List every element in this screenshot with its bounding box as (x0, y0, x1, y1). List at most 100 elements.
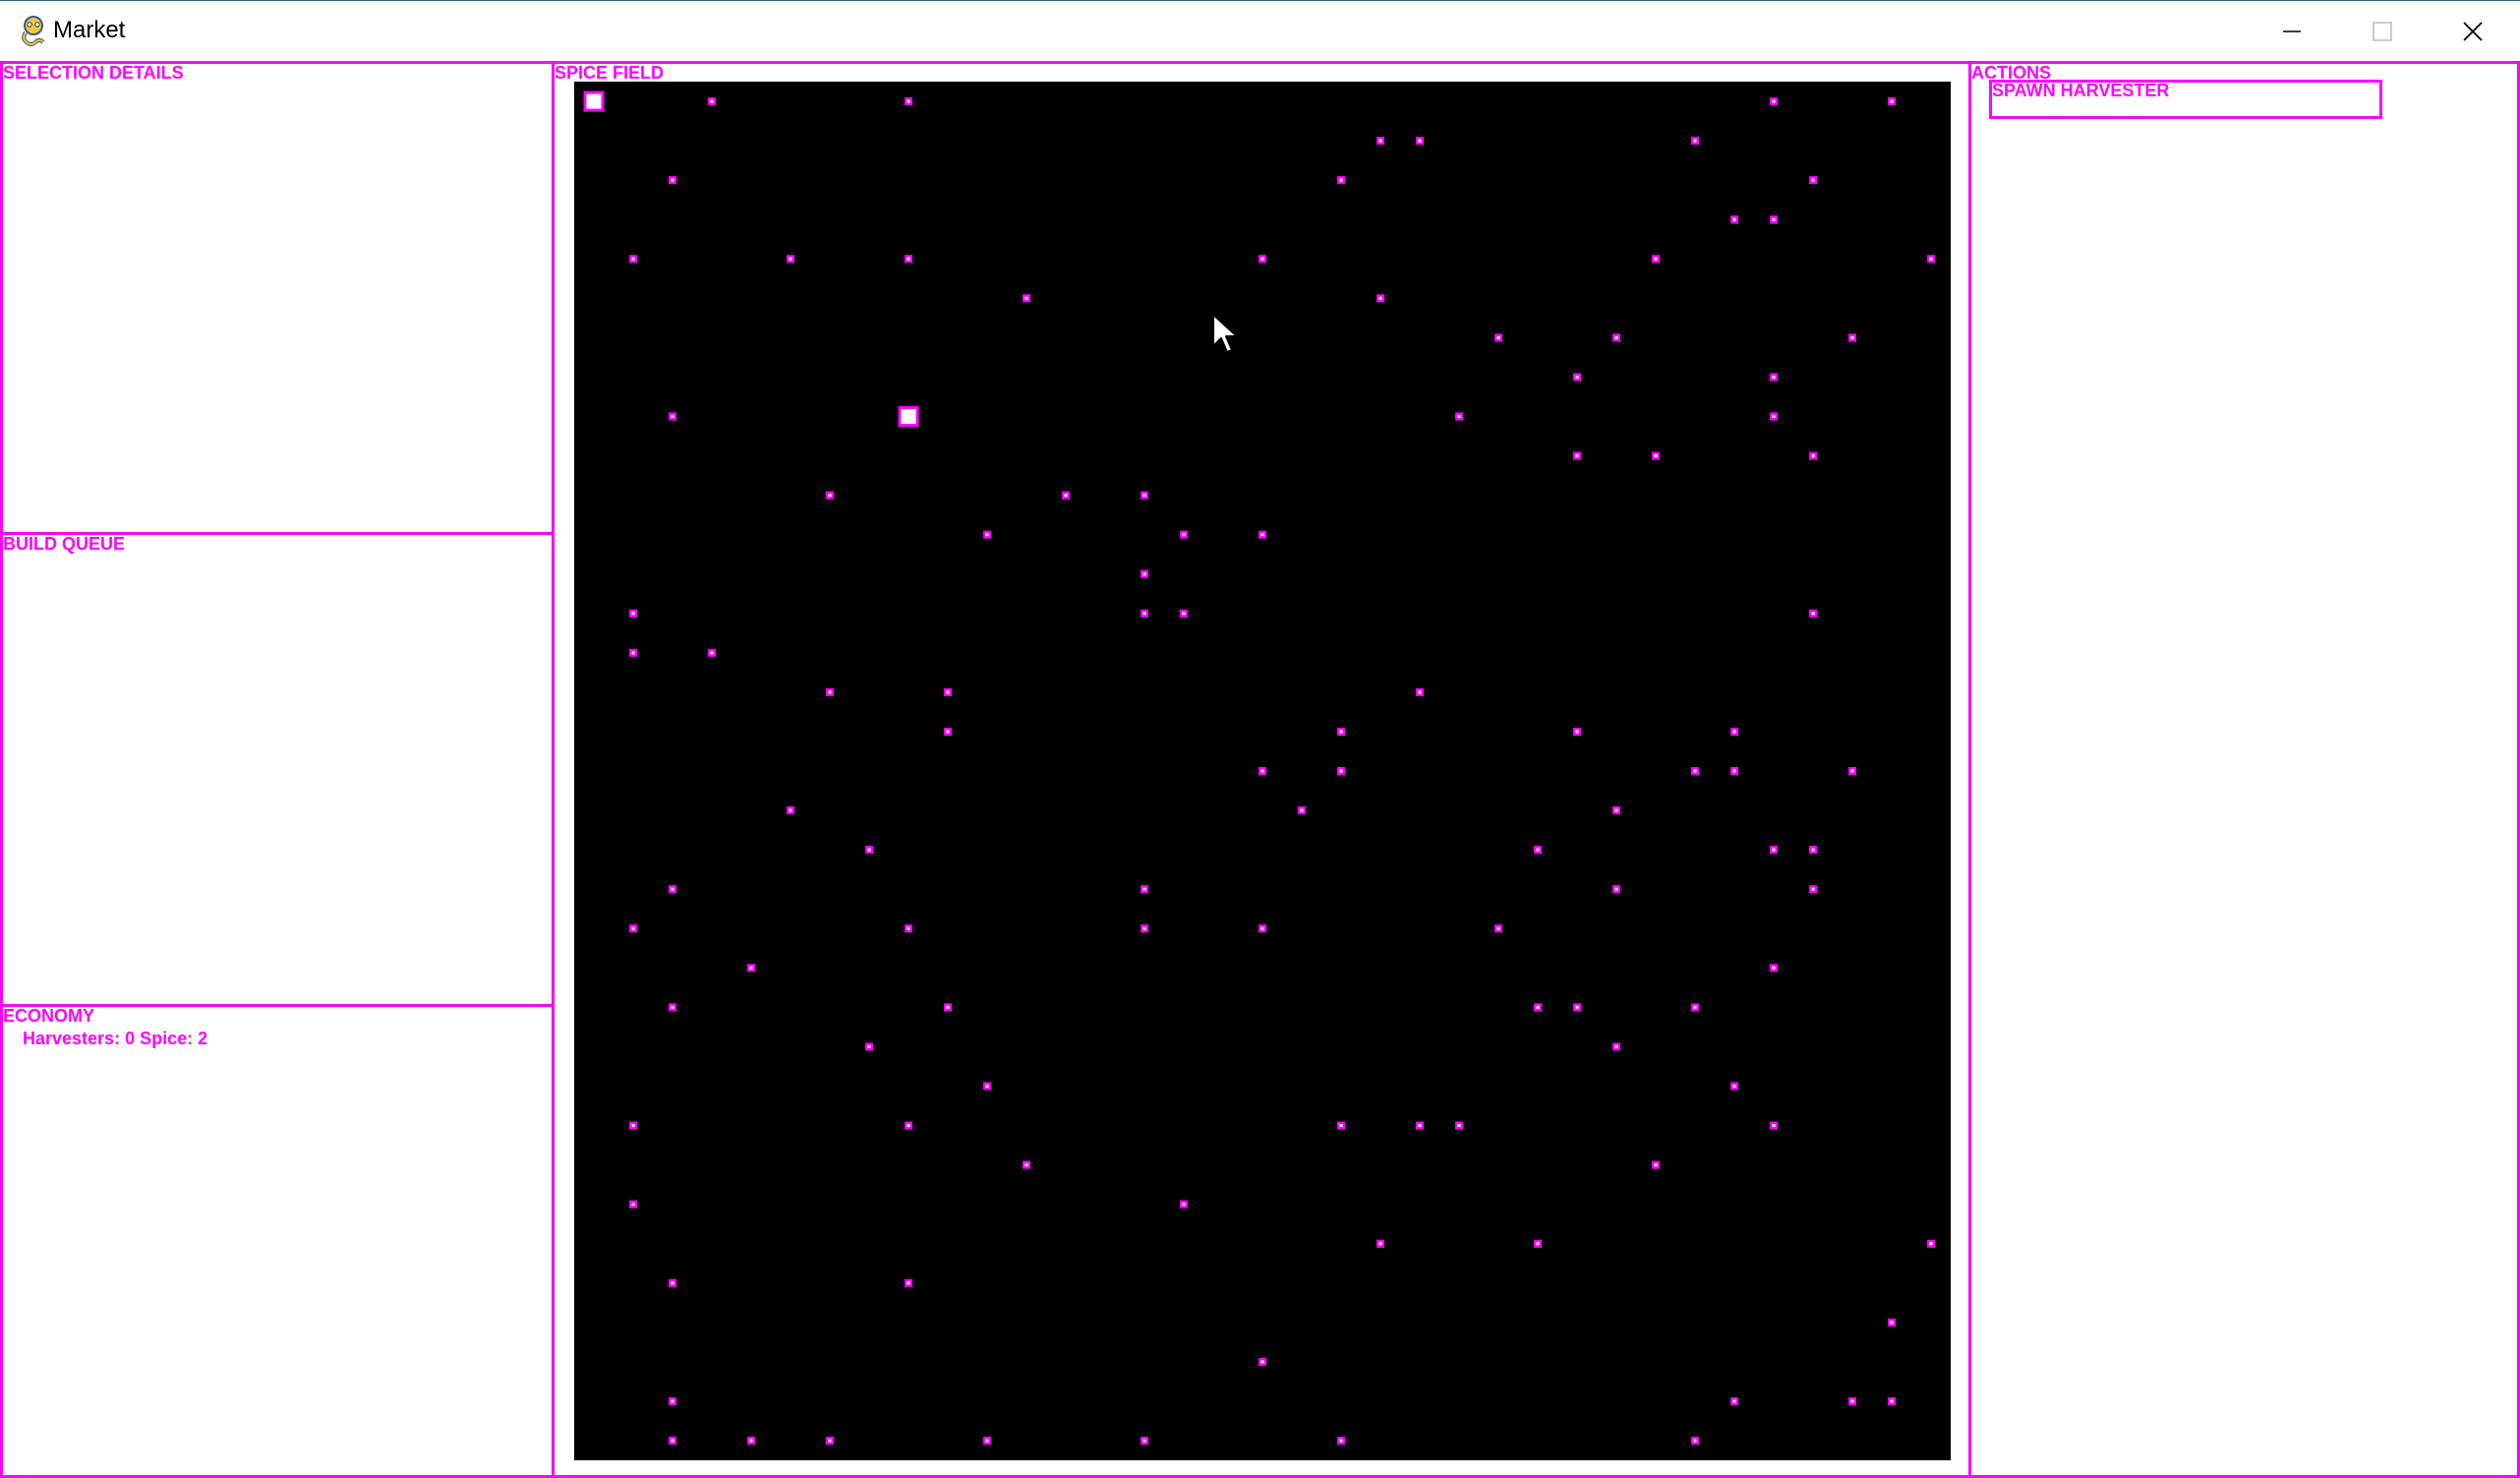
maximize-icon (2373, 22, 2392, 41)
spice-deposit-core (1025, 1163, 1028, 1167)
spice-deposit-core (1260, 257, 1264, 261)
spice-deposit-core (1064, 494, 1068, 498)
spice-field-title: SPICE FIELD (555, 63, 665, 83)
spice-deposit-core (1654, 257, 1658, 261)
pygame-snake-icon (22, 16, 45, 46)
spice-deposit-core (749, 1439, 753, 1443)
spice-deposit-core (828, 1439, 832, 1443)
spice-deposit-core (671, 1439, 674, 1443)
spice-deposit-core (1260, 769, 1264, 773)
spice-field-map[interactable] (574, 82, 1951, 1460)
spice-deposit-core (631, 651, 635, 655)
selection-details-title: SELECTION DETAILS (3, 63, 184, 83)
spice-deposit-core (1890, 1321, 1894, 1325)
harvester-unit[interactable] (898, 405, 919, 427)
spice-deposit-core (631, 926, 635, 930)
spice-deposit-core (1339, 1439, 1343, 1443)
spice-deposit-core (907, 257, 910, 261)
economy-panel: ECONOMY Harvesters: 0 Spice: 2 (0, 1004, 555, 1478)
spice-field-canvas[interactable] (574, 82, 1951, 1460)
spice-deposit-core (1890, 1399, 1894, 1403)
spice-deposit-core (907, 99, 910, 103)
spice-deposit-core (749, 966, 753, 970)
spawn-harvester-button[interactable]: SPAWN HARVESTER (1989, 80, 2382, 119)
harvester-unit[interactable] (583, 90, 605, 112)
spice-deposit-core (1260, 533, 1264, 537)
spice-deposit-core (1811, 887, 1815, 891)
spice-deposit-core (907, 1124, 910, 1128)
spice-deposit-core (1182, 533, 1186, 537)
spice-deposit-core (1575, 375, 1579, 379)
spice-deposit-core (1693, 139, 1697, 143)
spice-deposit-core (1143, 494, 1146, 498)
spice-deposit-core (1850, 335, 1854, 339)
spice-deposit-core (985, 1084, 989, 1088)
spice-deposit-core (1614, 335, 1618, 339)
spice-deposit-core (1693, 1439, 1697, 1443)
spice-deposit-core (1418, 139, 1422, 143)
spice-deposit-core (671, 414, 674, 418)
spice-deposit-core (1772, 1124, 1776, 1128)
spice-deposit-core (1143, 572, 1146, 576)
spice-deposit-core (1182, 1203, 1186, 1207)
spice-deposit-core (907, 926, 910, 930)
spice-deposit-core (1260, 926, 1264, 930)
spice-deposit-core (1654, 1163, 1658, 1167)
spice-deposit-core (1654, 454, 1658, 458)
minimize-button[interactable] (2247, 1, 2337, 62)
title-bar[interactable]: Market (0, 0, 2520, 61)
spice-deposit-core (946, 690, 950, 694)
spice-deposit-core (828, 690, 832, 694)
spice-deposit-core (1418, 690, 1422, 694)
spice-deposit-core (1575, 1005, 1579, 1009)
spice-deposit-core (1339, 730, 1343, 734)
spice-deposit-core (1300, 808, 1304, 812)
spice-deposit-core (1732, 1399, 1736, 1403)
spice-deposit-core (1536, 848, 1540, 852)
spice-deposit-core (631, 1203, 635, 1207)
spice-deposit-core (1732, 769, 1736, 773)
spice-deposit-core (1929, 1242, 1933, 1246)
spice-deposit-core (1378, 1242, 1382, 1246)
spice-deposit-core (1772, 217, 1776, 221)
spice-deposit-core (1772, 375, 1776, 379)
spice-field-panel: SPICE FIELD (552, 61, 1971, 1478)
spice-deposit-core (1693, 769, 1697, 773)
spice-deposit-core (1457, 414, 1461, 418)
spice-deposit-core (1378, 296, 1382, 300)
spice-deposit-core (710, 651, 714, 655)
close-button[interactable] (2428, 1, 2518, 62)
spice-deposit-core (1732, 730, 1736, 734)
maximize-button[interactable] (2337, 1, 2428, 62)
spice-deposit-core (671, 178, 674, 182)
spice-deposit-core (1811, 612, 1815, 616)
spice-deposit-core (1811, 848, 1815, 852)
spice-deposit-core (1418, 1124, 1422, 1128)
spice-deposit-core (1732, 217, 1736, 221)
spice-deposit-core (671, 1281, 674, 1285)
spice-deposit-core (671, 1005, 674, 1009)
spice-deposit-core (1929, 257, 1933, 261)
economy-title: ECONOMY (3, 1006, 95, 1026)
spice-deposit-core (1850, 1399, 1854, 1403)
spice-deposit-core (1850, 769, 1854, 773)
spice-deposit-core (1890, 99, 1894, 103)
spice-deposit-core (1772, 966, 1776, 970)
spice-deposit-core (1772, 414, 1776, 418)
spice-deposit-core (789, 808, 792, 812)
spice-deposit-core (1496, 335, 1500, 339)
spice-deposit-core (867, 1044, 871, 1048)
actions-panel: ACTIONS SPAWN HARVESTER (1968, 61, 2520, 1478)
spice-deposit-core (1143, 612, 1146, 616)
spice-deposit-core (1143, 926, 1146, 930)
spice-deposit-core (1536, 1242, 1540, 1246)
spice-deposit-core (1339, 769, 1343, 773)
spice-deposit-core (789, 257, 792, 261)
spice-deposit-core (1575, 730, 1579, 734)
spice-deposit-core (1614, 887, 1618, 891)
spice-deposit-core (631, 1124, 635, 1128)
spice-deposit-core (631, 612, 635, 616)
close-icon (2463, 22, 2483, 41)
spice-deposit-core (671, 1399, 674, 1403)
spice-deposit-core (1575, 454, 1579, 458)
